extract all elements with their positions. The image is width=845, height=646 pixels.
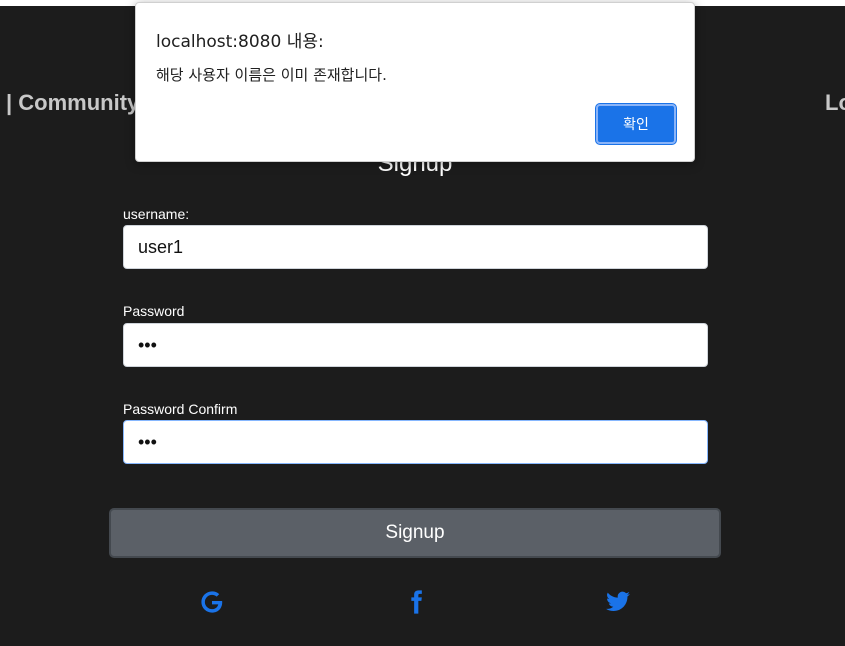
facebook-icon <box>411 590 422 614</box>
dialog-message: 해당 사용자 이름은 이미 존재합니다. <box>156 66 387 84</box>
dialog-title: localhost:8080 내용: <box>156 32 324 52</box>
nav-community-link[interactable]: | Community <box>6 90 139 116</box>
twitter-icon <box>606 591 630 611</box>
password-confirm-input[interactable] <box>123 420 708 464</box>
username-label: username: <box>123 206 190 222</box>
google-icon <box>201 591 223 613</box>
password-input[interactable] <box>123 323 708 367</box>
facebook-login-button[interactable] <box>398 584 434 620</box>
nav-login-link[interactable]: Lo <box>825 90 845 116</box>
username-input[interactable] <box>123 225 708 269</box>
google-login-button[interactable] <box>194 584 230 620</box>
password-confirm-label: Password Confirm <box>123 401 238 417</box>
twitter-login-button[interactable] <box>600 584 636 620</box>
signup-page: | Community Lo Signup username: Password… <box>0 0 845 646</box>
alert-dialog: localhost:8080 내용: 해당 사용자 이름은 이미 존재합니다. … <box>135 2 695 162</box>
password-label: Password <box>123 303 185 319</box>
signup-button[interactable]: Signup <box>109 508 721 558</box>
dialog-ok-button[interactable]: 확인 <box>596 104 676 144</box>
